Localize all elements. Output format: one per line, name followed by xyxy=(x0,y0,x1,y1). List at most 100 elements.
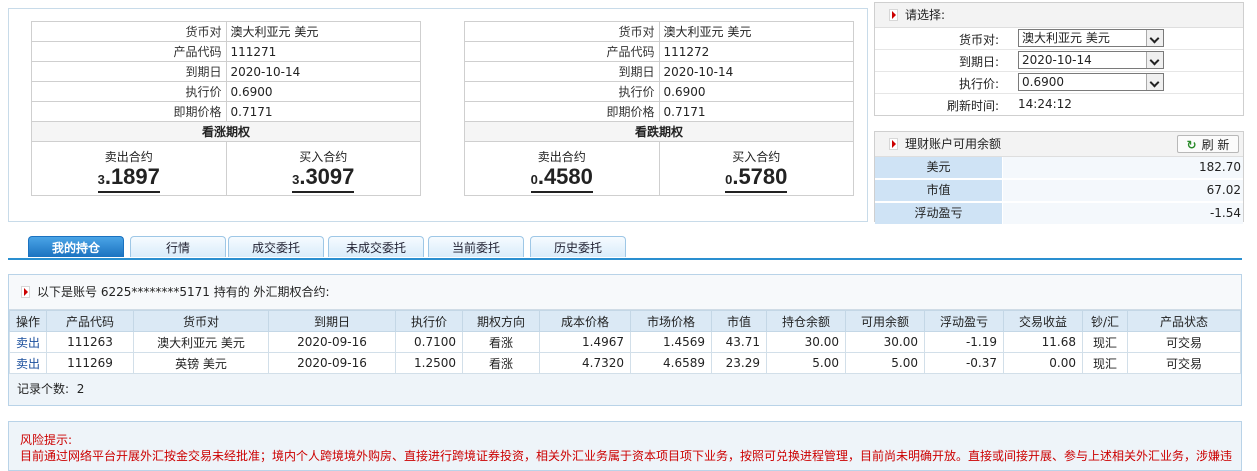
quote-label: 货币对 xyxy=(31,21,227,42)
select-panel-header: 请选择: xyxy=(875,3,1243,28)
tab-unfilled-orders[interactable]: 未成交委托 xyxy=(328,236,424,257)
risk-title: 风险提示: xyxy=(20,433,73,447)
product-status-cell: 可交易 xyxy=(1127,352,1241,374)
sell-action-link[interactable]: 卖出 xyxy=(8,331,48,353)
buy-contract-price[interactable]: 3.3097 xyxy=(292,164,355,193)
quote-label: 到期日 xyxy=(31,61,227,82)
arrow-icon xyxy=(21,286,30,298)
balance-panel-header: 理财账户可用余额 ↻ 刷 新 xyxy=(875,132,1243,157)
chevron-down-icon[interactable] xyxy=(1146,74,1163,90)
cost-price-cell: 4.7320 xyxy=(539,352,632,374)
balance-label: 市值 xyxy=(875,180,1003,201)
balance-row: 美元 182.70 xyxy=(875,157,1243,180)
sell-contract-price[interactable]: 3.1897 xyxy=(97,164,160,193)
refresh-time-row: 刷新时间: 14:24:12 xyxy=(875,94,1243,115)
chevron-down-icon[interactable] xyxy=(1146,52,1163,68)
currency-pair-cell: 英镑 美元 xyxy=(133,352,270,374)
buy-contract-price[interactable]: 0.5780 xyxy=(725,164,788,193)
option-direction-cell: 看涨 xyxy=(462,331,541,353)
quote-label: 到期日 xyxy=(464,61,660,82)
sell-contract-price[interactable]: 0.4580 xyxy=(530,166,593,193)
sell-contract-cell[interactable]: 卖出合约 3.1897 xyxy=(31,141,227,196)
price-main: .1897 xyxy=(104,164,160,189)
select-panel: 请选择: 货币对: 澳大利亚元 美元 到期日: 2020-10-14 执行价: … xyxy=(874,2,1244,116)
buy-contract-cell[interactable]: 买入合约 3.3097 xyxy=(225,141,421,196)
quote-value: 111272 xyxy=(658,41,854,62)
strike-label: 执行价: xyxy=(958,77,999,91)
balance-value: 182.70 xyxy=(1003,157,1243,178)
balance-panel-title: 理财账户可用余额 xyxy=(905,137,1002,151)
column-header: 市场价格 xyxy=(630,310,713,332)
put-option-quote: 货币对 澳大利亚元 美元 产品代码 111272 到期日 2020-10-14 执行价… xyxy=(464,21,854,196)
tab-market[interactable]: 行情 xyxy=(130,236,226,257)
quote-value: 2020-10-14 xyxy=(658,61,854,82)
column-header: 成本价格 xyxy=(539,310,632,332)
market-price-cell: 1.4569 xyxy=(630,331,713,353)
price-main: .5780 xyxy=(732,164,788,189)
quote-label: 执行价 xyxy=(31,81,227,102)
position-balance-cell: 30.00 xyxy=(766,331,847,353)
holdings-header: 以下是账号 6225********5171 持有的 外汇期权合约: xyxy=(9,275,1241,310)
tab-history-orders[interactable]: 历史委托 xyxy=(530,236,626,257)
select-panel-title: 请选择: xyxy=(905,8,946,22)
quote-value: 澳大利亚元 美元 xyxy=(658,21,854,42)
refresh-button[interactable]: ↻ 刷 新 xyxy=(1177,135,1239,153)
sell-action-link[interactable]: 卖出 xyxy=(8,352,48,374)
tab-my-holdings[interactable]: 我的持仓 xyxy=(28,236,124,257)
trade-income-cell: 0.00 xyxy=(1003,352,1084,374)
currency-label: 货币对: xyxy=(958,33,999,47)
chevron-down-icon[interactable] xyxy=(1146,30,1163,46)
table-header-row: 操作 产品代码 货币对 到期日 执行价 期权方向 成本价格 市场价格 市值 持仓… xyxy=(8,310,1241,332)
column-header: 货币对 xyxy=(133,310,270,332)
cost-price-cell: 1.4967 xyxy=(539,331,632,353)
currency-pair-cell: 澳大利亚元 美元 xyxy=(133,331,270,353)
table-row: 卖出 111269 英镑 美元 2020-09-16 1.2500 看涨 4.7… xyxy=(8,352,1241,374)
available-balance-cell: 30.00 xyxy=(845,331,926,353)
holdings-table: 操作 产品代码 货币对 到期日 执行价 期权方向 成本价格 市场价格 市值 持仓… xyxy=(8,310,1241,374)
column-header: 市值 xyxy=(711,310,768,332)
strike-row: 执行价: 0.6900 xyxy=(875,72,1243,94)
column-header: 执行价 xyxy=(395,310,464,332)
column-header: 交易收益 xyxy=(1003,310,1084,332)
tab-current-orders[interactable]: 当前委托 xyxy=(428,236,524,257)
sell-contract-cell[interactable]: 卖出合约 0.4580 xyxy=(464,141,660,196)
column-header: 操作 xyxy=(8,310,48,332)
floating-pnl-cell: -1.19 xyxy=(924,331,1005,353)
currency-select[interactable]: 澳大利亚元 美元 xyxy=(1018,29,1164,47)
quote-value: 澳大利亚元 美元 xyxy=(225,21,421,42)
option-direction-cell: 看涨 xyxy=(462,352,541,374)
balance-label: 美元 xyxy=(875,157,1003,178)
market-price-cell: 4.6589 xyxy=(630,352,713,374)
quote-value: 111271 xyxy=(225,41,421,62)
product-code-cell: 111269 xyxy=(46,352,135,374)
expiry-row: 到期日: 2020-10-14 xyxy=(875,50,1243,72)
expiry-select[interactable]: 2020-10-14 xyxy=(1018,51,1164,69)
trade-income-cell: 11.68 xyxy=(1003,331,1084,353)
price-prefix: 0 xyxy=(530,172,538,187)
sell-contract-label: 卖出合约 xyxy=(104,150,153,164)
holdings-title: 以下是账号 6225********5171 持有的 外汇期权合约: xyxy=(37,285,330,299)
market-value-cell: 23.29 xyxy=(711,352,768,374)
strike-select[interactable]: 0.6900 xyxy=(1018,73,1164,91)
refresh-label: 刷 新 xyxy=(1201,138,1230,152)
risk-notice: 风险提示: 目前通过网络平台开展外汇按金交易未经批准；境内个人跨境境外购房、直接… xyxy=(8,421,1242,471)
record-count-value: 2 xyxy=(76,382,85,396)
quote-label: 执行价 xyxy=(464,81,660,102)
column-header: 产品状态 xyxy=(1127,310,1241,332)
column-header: 可用余额 xyxy=(845,310,926,332)
tab-filled-orders[interactable]: 成交委托 xyxy=(228,236,324,257)
expiry-selected: 2020-10-14 xyxy=(1022,53,1092,67)
expiry-date-cell: 2020-09-16 xyxy=(268,331,397,353)
balance-value: -1.54 xyxy=(1003,203,1243,224)
currency-selected: 澳大利亚元 美元 xyxy=(1022,31,1110,45)
record-count-label: 记录个数: xyxy=(17,382,70,396)
arrow-icon xyxy=(889,138,898,150)
column-header: 钞/汇 xyxy=(1082,310,1129,332)
buy-contract-cell[interactable]: 买入合约 0.5780 xyxy=(658,141,854,196)
price-prefix: 3 xyxy=(97,172,105,187)
column-header: 持仓余额 xyxy=(766,310,847,332)
quote-label: 货币对 xyxy=(464,21,660,42)
balance-row: 市值 67.02 xyxy=(875,180,1243,203)
price-main: .3097 xyxy=(299,164,355,189)
balance-panel: 理财账户可用余额 ↻ 刷 新 美元 182.70 市值 67.02 浮动盈亏 -1.54 xyxy=(874,131,1244,226)
